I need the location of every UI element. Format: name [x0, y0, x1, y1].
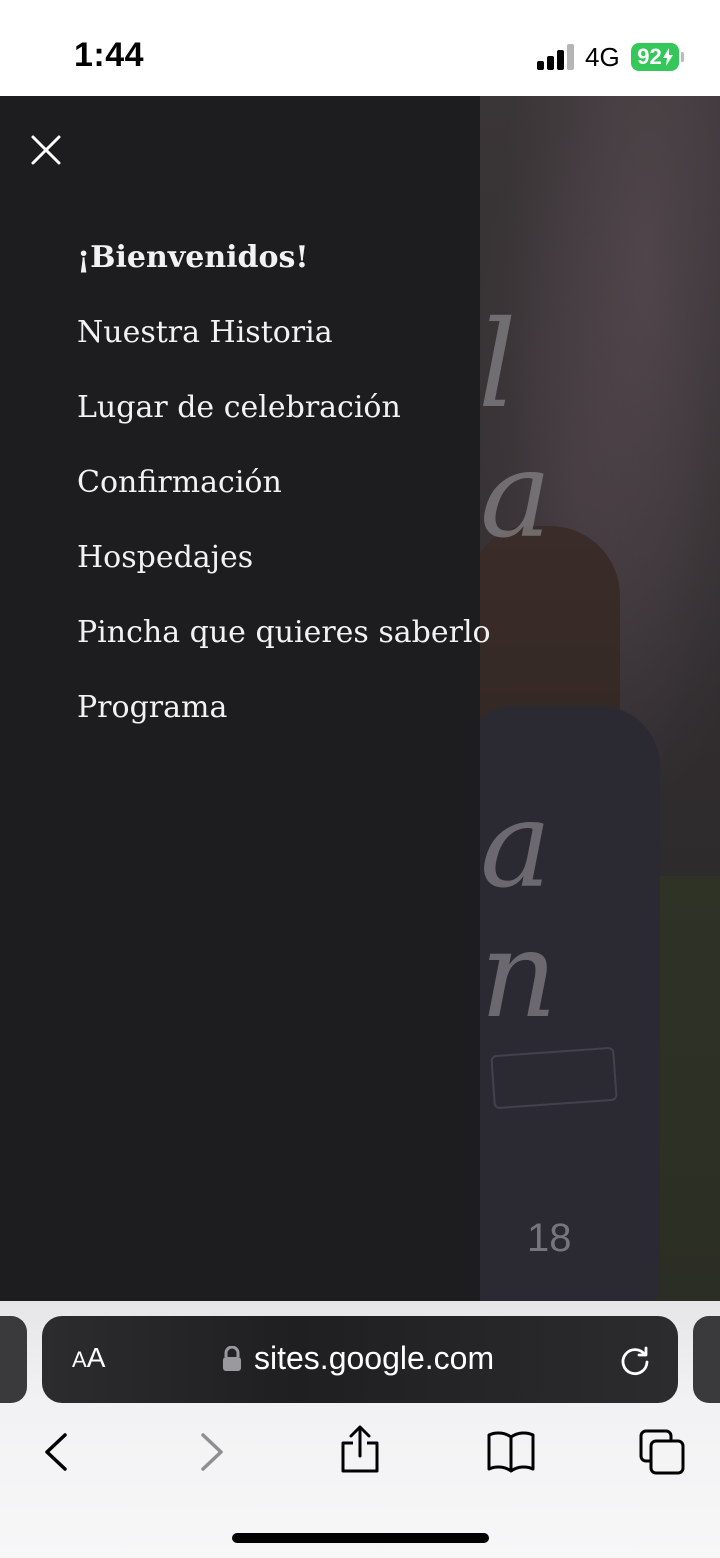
nav-item-nuestra-historia[interactable]: Nuestra Historia: [77, 311, 491, 386]
charging-bolt-icon: [662, 48, 673, 66]
script-letter-decoration: n: [480, 906, 558, 1045]
tabs-icon[interactable]: [637, 1427, 687, 1477]
reload-icon[interactable]: [618, 1343, 652, 1377]
status-bar: 1:44 4G 92: [0, 0, 720, 96]
nav-item-programa[interactable]: Programa: [77, 686, 491, 761]
back-icon[interactable]: [32, 1427, 82, 1477]
battery-tip: [681, 52, 684, 62]
address-bar[interactable]: AA sites.google.com: [42, 1316, 678, 1403]
nav-item-confirmacion[interactable]: Confirmación: [77, 461, 491, 536]
nav-item-pincha-que-quieres-saberlo[interactable]: Pincha que quieres saberlo: [77, 611, 491, 686]
next-tab-peek[interactable]: [693, 1316, 720, 1403]
previous-tab-peek[interactable]: [0, 1316, 27, 1403]
safari-toolbar: AA sites.google.com: [0, 1301, 720, 1558]
nav-item-hospedajes[interactable]: Hospedajes: [77, 536, 491, 611]
nav-item-bienvenidos[interactable]: ¡Bienvenidos!: [77, 236, 491, 311]
status-time: 1:44: [74, 36, 145, 74]
battery-level: 92: [637, 44, 662, 69]
close-icon[interactable]: [28, 132, 64, 168]
battery-icon: 92: [631, 43, 679, 71]
bookmarks-icon[interactable]: [486, 1427, 536, 1477]
pocket-image: [490, 1046, 618, 1110]
network-type: 4G: [585, 42, 620, 72]
lock-icon: [223, 1346, 241, 1371]
nav-item-lugar-de-celebracion[interactable]: Lugar de celebración: [77, 386, 491, 461]
url-text[interactable]: sites.google.com: [254, 1340, 494, 1377]
script-letter-decoration: a: [480, 426, 552, 565]
reader-settings-small-a: A: [72, 1347, 87, 1372]
home-indicator: [232, 1533, 489, 1543]
page-number: 18: [527, 1216, 572, 1260]
reader-settings-button[interactable]: AA: [72, 1342, 105, 1374]
share-icon[interactable]: [335, 1425, 385, 1475]
forward-icon[interactable]: [186, 1427, 236, 1477]
navigation-drawer: ¡Bienvenidos! Nuestra Historia Lugar de …: [0, 96, 491, 1301]
reader-settings-large-a: A: [86, 1342, 106, 1373]
cellular-signal-icon: [537, 44, 575, 70]
nav-menu: ¡Bienvenidos! Nuestra Historia Lugar de …: [77, 236, 491, 761]
script-letter-decoration: a: [480, 776, 552, 915]
